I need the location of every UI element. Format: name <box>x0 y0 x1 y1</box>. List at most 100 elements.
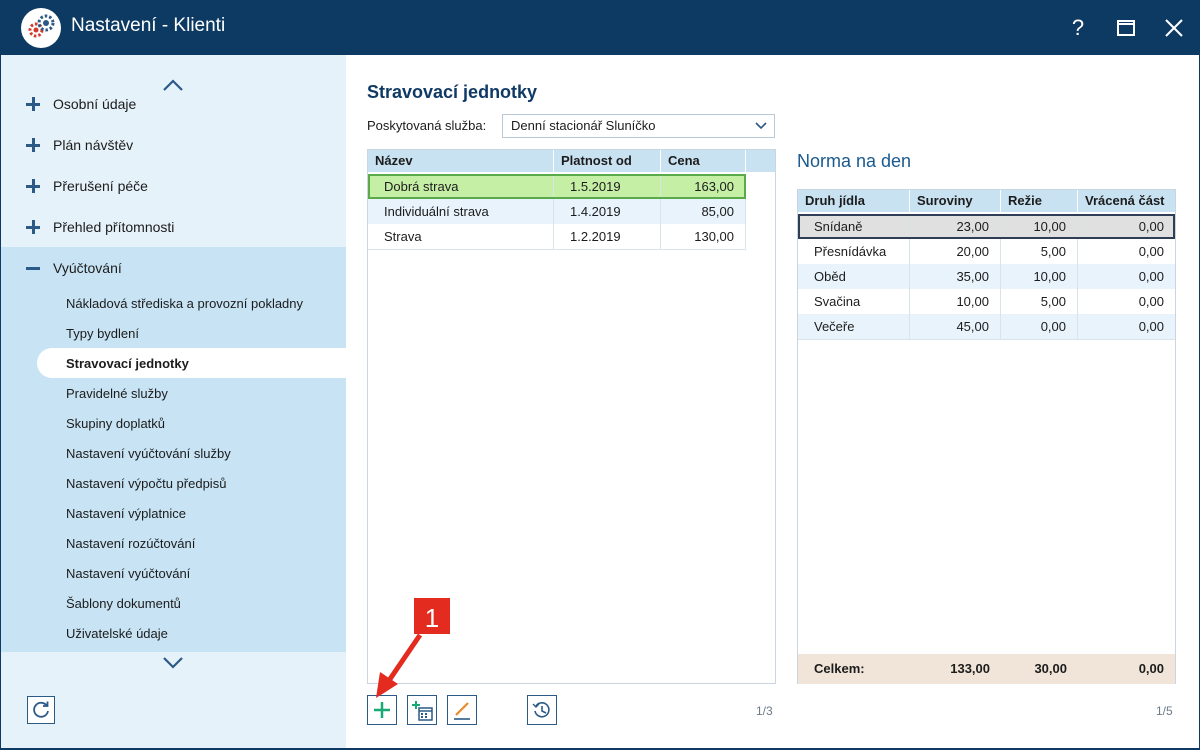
expand-icon <box>26 96 40 111</box>
table-row[interactable]: Strava 1.2.2019 130,00 <box>368 224 746 250</box>
cell-overhead: 5,00 <box>1001 289 1078 314</box>
sidebar-item-label: Vyúčtování <box>53 259 122 276</box>
service-label: Poskytovaná služba: <box>367 118 487 133</box>
history-button[interactable] <box>527 695 557 725</box>
cell-ingredients: 10,00 <box>910 289 1001 314</box>
total-row: Celkem: 133,00 30,00 0,00 <box>798 654 1175 684</box>
sidebar-subitem[interactable]: Nastavení vyúčtování služby <box>1 438 346 468</box>
sidebar-subitem-label: Nastavení výpočtu předpisů <box>66 475 227 491</box>
maximize-button[interactable] <box>1110 12 1142 44</box>
maximize-icon <box>1117 20 1135 36</box>
cell-ingredients: 20,00 <box>910 239 1001 264</box>
sidebar-subitem-active[interactable]: Stravovací jednotky <box>37 348 346 378</box>
refresh-button[interactable] <box>27 696 55 724</box>
sidebar-item-osobni-udaje[interactable]: Osobní údaje <box>1 83 346 124</box>
cell-overhead: 0,00 <box>1001 314 1078 339</box>
norma-title: Norma na den <box>797 151 912 171</box>
column-header-meal[interactable]: Druh jídla <box>798 190 910 212</box>
table-header: Název Platnost od Cena <box>368 150 775 172</box>
units-pager: 1/3 <box>756 704 773 718</box>
cell-ingredients: 35,00 <box>910 264 1001 289</box>
sidebar-subitem-label: Šablony dokumentů <box>66 595 181 611</box>
sidebar-subitem-label: Pravidelné služby <box>66 385 168 401</box>
service-select[interactable]: Denní stacionář Sluníčko <box>502 114 775 138</box>
column-header-ingredients[interactable]: Suroviny <box>910 190 1001 212</box>
cell-returned: 0,00 <box>1138 219 1164 234</box>
cell-meal: Oběd <box>798 264 910 289</box>
gears-icon <box>21 8 61 48</box>
table-row[interactable]: Svačina 10,00 5,00 0,00 <box>798 289 1175 314</box>
table-row[interactable]: Přesnídávka 20,00 5,00 0,00 <box>798 239 1175 264</box>
collapse-icon <box>26 261 40 275</box>
close-button[interactable] <box>1158 12 1190 44</box>
sidebar-item-prehled-pritomnosti[interactable]: Přehled přítomnosti <box>1 206 346 247</box>
cell-meal: Snídaně <box>798 214 910 239</box>
table-row[interactable]: Oběd 35,00 10,00 0,00 <box>798 264 1175 289</box>
column-header-returned[interactable]: Vrácená část <box>1078 190 1175 212</box>
column-header-valid-from[interactable]: Platnost od <box>554 150 661 172</box>
sidebar-subitem-label: Skupiny doplatků <box>66 415 166 431</box>
sidebar-subitem[interactable]: Nastavení vyúčtování <box>1 558 346 588</box>
table-row[interactable]: Dobrá strava 1.5.2019 163,00 <box>368 174 746 199</box>
sidebar-subitem[interactable]: Nastavení výpočtu předpisů <box>1 468 346 498</box>
sidebar-subitem[interactable]: Pravidelné služby <box>1 378 346 408</box>
pencil-icon <box>454 702 470 720</box>
cell-returned: 0,00 <box>1138 244 1164 259</box>
scroll-down-button[interactable] <box>161 655 185 675</box>
cell-price: 130,00 <box>661 224 746 249</box>
sidebar-item-label: Přerušení péče <box>53 177 148 194</box>
sidebar-subitem[interactable]: Nastavení výplatnice <box>1 498 346 528</box>
cell-meal: Večeře <box>798 314 910 339</box>
table-row[interactable]: Večeře 45,00 0,00 0,00 <box>798 314 1175 340</box>
help-button[interactable]: ? <box>1062 12 1094 44</box>
expand-icon <box>26 178 40 193</box>
cell-name: Dobrá strava <box>368 174 554 199</box>
sidebar-subitem-label: Nastavení vyúčtování <box>66 565 191 581</box>
sidebar-item-preruseni-pece[interactable]: Přerušení péče <box>1 165 346 206</box>
cell-overhead: 10,00 <box>1001 264 1078 289</box>
cell-ingredients: 23,00 <box>910 214 1001 239</box>
edit-button[interactable] <box>447 695 477 725</box>
cell-meal: Přesnídávka <box>798 239 910 264</box>
callout-arrow-icon <box>376 633 423 698</box>
cell-returned: 0,00 <box>1138 294 1164 309</box>
column-header-name[interactable]: Název <box>368 150 554 172</box>
sidebar-subitem[interactable]: Šablony dokumentů <box>1 588 346 618</box>
cell-price: 85,00 <box>661 199 746 224</box>
expand-icon <box>26 137 40 152</box>
title-bar: Nastavení - Klienti ? <box>0 0 1200 55</box>
sidebar-subitem-label: Nastavení vyúčtování služby <box>66 445 231 461</box>
sidebar-subitem[interactable]: Skupiny doplatků <box>1 408 346 438</box>
sidebar-subitem[interactable]: Typy bydlení <box>1 318 346 348</box>
norma-pager: 1/5 <box>1156 704 1173 718</box>
sidebar-subitem[interactable]: Nastavení rozúčtování <box>1 528 346 558</box>
column-header-price[interactable]: Cena <box>661 150 746 172</box>
column-header-overhead[interactable]: Režie <box>1001 190 1078 212</box>
total-ingredients: 133,00 <box>950 661 990 676</box>
cell-overhead: 10,00 <box>1001 214 1078 239</box>
column-header-spacer <box>746 150 775 172</box>
cell-valid-from: 1.5.2019 <box>554 174 661 199</box>
cell-returned: 0,00 <box>1138 319 1164 334</box>
chevron-down-icon <box>755 122 767 130</box>
chevron-down-icon <box>163 657 183 669</box>
sidebar-item-label: Osobní údaje <box>53 95 137 112</box>
table-row[interactable]: Individuální strava 1.4.2019 85,00 <box>368 199 746 224</box>
sidebar-subitem[interactable]: Uživatelské údaje <box>1 618 346 648</box>
refresh-icon <box>33 701 49 718</box>
cell-price: 163,00 <box>661 174 746 199</box>
sidebar-item-label: Plán návštěv <box>53 136 134 153</box>
sidebar-item-plan-navstev[interactable]: Plán návštěv <box>1 124 346 165</box>
sidebar-item-vyuctovani[interactable]: Vyúčtování <box>1 247 346 288</box>
cell-valid-from: 1.4.2019 <box>554 199 661 224</box>
sidebar-subitem[interactable]: Nákladová střediska a provozní pokladny <box>1 288 346 318</box>
sidebar-subitem-label: Stravovací jednotky <box>66 355 189 371</box>
total-returned: 0,00 <box>1138 661 1164 676</box>
sidebar-subitem-label: Typy bydlení <box>66 325 139 341</box>
sidebar-group-vyuctovani: Vyúčtování Nákladová střediska a provozn… <box>1 247 346 652</box>
sidebar-subitem-label: Uživatelské údaje <box>66 625 168 641</box>
table-row[interactable]: Snídaně 23,00 10,00 0,00 <box>798 214 1175 239</box>
sidebar-subitem-label: Nákladová střediska a provozní pokladny <box>66 295 304 311</box>
main-panel: Stravovací jednotky Poskytovaná služba: … <box>346 55 1199 748</box>
history-icon <box>532 702 550 718</box>
